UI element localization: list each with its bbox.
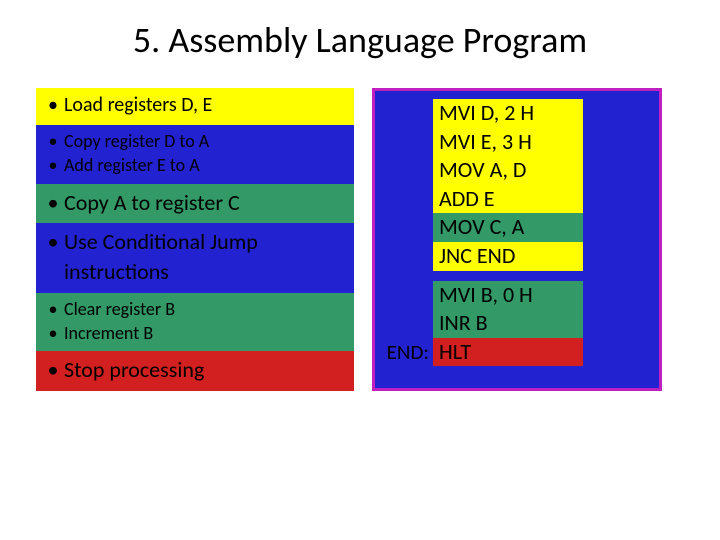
code-line: INR B [433,309,583,338]
code-label-end: END: [383,339,433,366]
code-group-1: MVI D, 2 H MVI E, 3 H MOV A, D ADD E MOV… [383,99,649,271]
bullet-icon: • [42,227,64,257]
code-line: MOV A, D [433,156,583,185]
slide-title: 5. Assembly Language Program [36,18,684,62]
step-text: Clear register B [64,297,348,321]
bullet-icon: • [42,129,64,153]
bullet-icon: • [42,297,64,321]
step-text: Stop processing [64,355,348,385]
code-line: HLT [433,338,583,367]
step-clear-inc: • Clear register B • Increment B [36,293,354,352]
step-copy-add: • Copy register D to A • Add register E … [36,125,354,184]
code-line: MVI E, 3 H [433,128,583,157]
code-line: MVI D, 2 H [433,99,583,128]
step-stop: • Stop processing [36,351,354,391]
bullet-icon: • [42,153,64,177]
code-line: ADD E [433,185,583,214]
step-text: Load registers D, E [64,92,348,119]
code-line: JNC END [433,242,583,271]
bullet-icon: • [42,92,64,119]
bullet-spacer [42,257,64,287]
step-text: instructions [64,257,348,287]
code-line: MOV C, A [433,213,583,242]
code-panel: MVI D, 2 H MVI E, 3 H MOV A, D ADD E MOV… [372,88,662,391]
code-line: MVI B, 0 H [433,281,583,310]
code-group-2: MVI B, 0 H INR B END: HLT [383,281,649,367]
step-text: Copy register D to A [64,129,348,153]
step-text: Copy A to register C [64,188,348,218]
step-copy-c: • Copy A to register C [36,184,354,224]
bullet-icon: • [42,355,64,385]
left-column: • Load registers D, E • Copy register D … [36,88,354,391]
step-text: Increment B [64,321,348,345]
step-text: Use Conditional Jump [64,227,348,257]
slide: 5. Assembly Language Program • Load regi… [0,0,720,540]
step-text: Add register E to A [64,153,348,177]
step-jump: • Use Conditional Jump instructions [36,223,354,292]
columns: • Load registers D, E • Copy register D … [36,88,684,391]
bullet-icon: • [42,321,64,345]
step-load: • Load registers D, E [36,88,354,125]
bullet-icon: • [42,188,64,218]
